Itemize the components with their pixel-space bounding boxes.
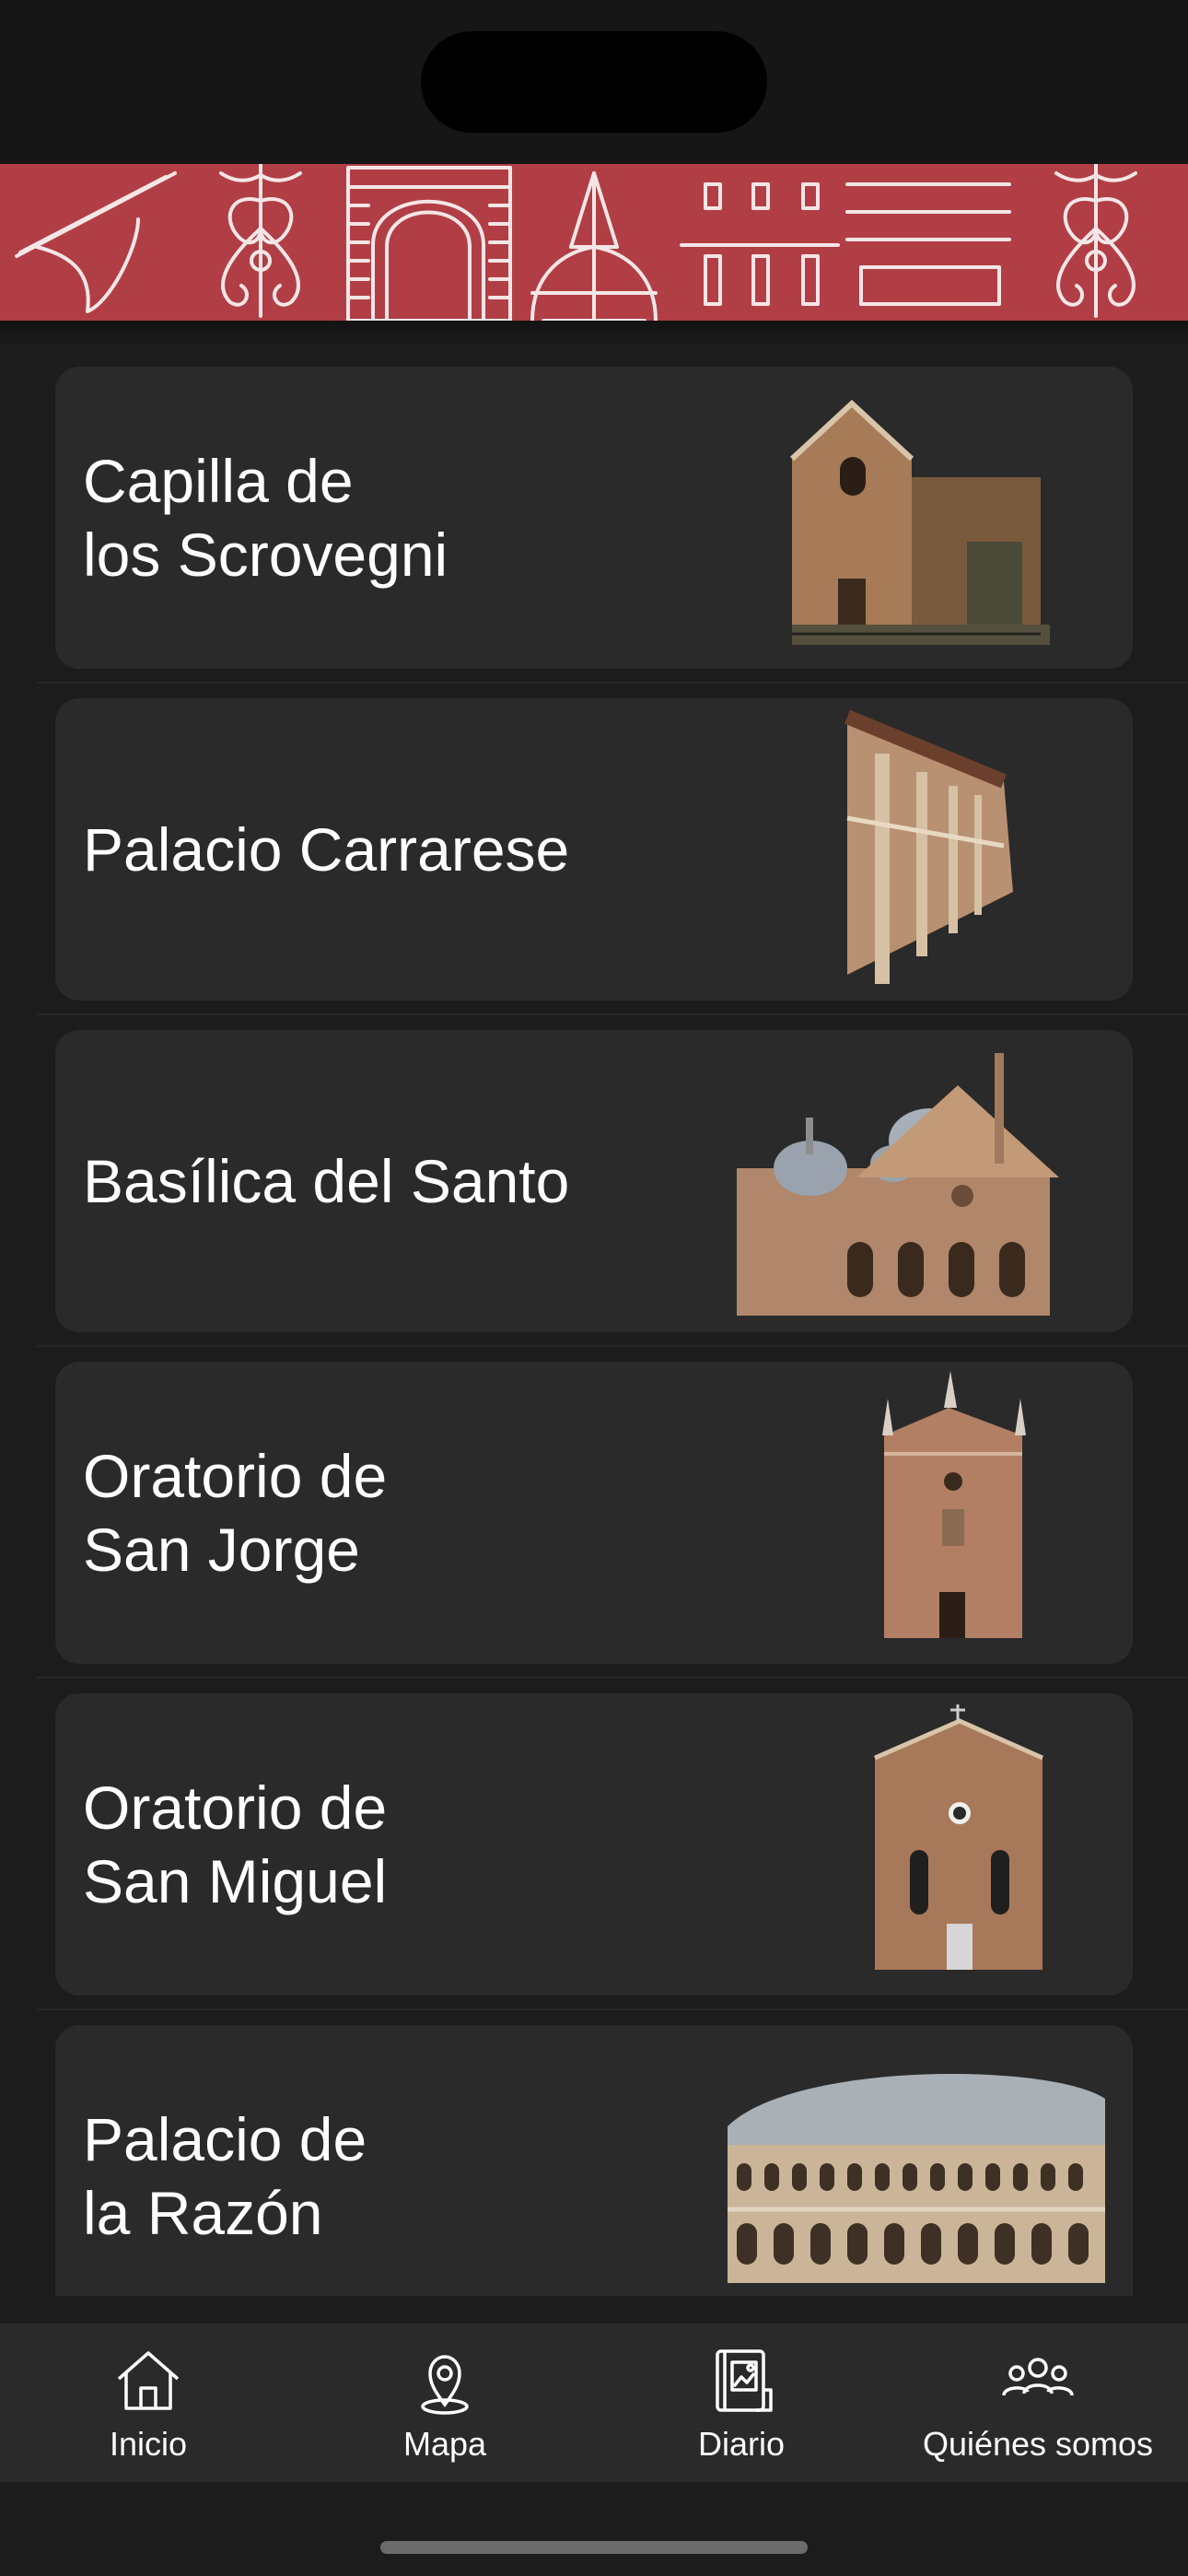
- banner-shadow: [0, 321, 1188, 348]
- tab-label: Diario: [697, 2425, 786, 2463]
- map-pin-icon: [421, 2355, 469, 2415]
- lily-ornament-right: [1054, 164, 1137, 318]
- places-list[interactable]: Capilla de los Scrovegni Palacio Carrare…: [0, 348, 1188, 2296]
- header-banner: [0, 164, 1188, 321]
- list-divider: [37, 1345, 1188, 1347]
- lily-ornament-left: [219, 164, 302, 318]
- home-indicator[interactable]: [380, 2541, 808, 2554]
- oratorio-san-giorgio-photo: [882, 1371, 1026, 1638]
- list-divider: [37, 1677, 1188, 1679]
- place-title: Palacio Carrarese: [83, 815, 570, 884]
- tab-label: Quiénes somos: [922, 2425, 1154, 2463]
- place-card-ragione[interactable]: Palacio de la Razón: [55, 2025, 1133, 2296]
- tab-label: Inicio: [109, 2425, 188, 2463]
- place-card-basilica[interactable]: Basílica del Santo: [55, 1030, 1133, 1332]
- place-card-san-giorgio[interactable]: Oratorio de San Jorge: [55, 1362, 1133, 1664]
- status-bar: [0, 0, 1188, 164]
- arch-illustration: [346, 166, 512, 321]
- place-card-san-michele[interactable]: Oratorio de San Miguel: [55, 1693, 1133, 1996]
- diary-icon: [716, 2349, 773, 2412]
- tab-mapa[interactable]: Mapa: [297, 2324, 593, 2482]
- list-divider: [37, 1013, 1188, 1015]
- basilica-santo-photo: [737, 1053, 1059, 1316]
- flag-illustration: [15, 171, 177, 313]
- dynamic-island: [421, 31, 767, 133]
- place-title: Palacio de la Razón: [83, 2105, 367, 2247]
- place-title: Basílica del Santo: [83, 1147, 570, 1215]
- list-divider: [37, 2008, 1188, 2010]
- slats-illustration: [845, 182, 1011, 306]
- place-card-scrovegni[interactable]: Capilla de los Scrovegni: [55, 367, 1133, 669]
- tab-inicio[interactable]: Inicio: [0, 2324, 297, 2482]
- dome-illustration: [530, 171, 658, 321]
- palazzo-ragione-photo: [728, 2073, 1105, 2283]
- oratorio-san-michele-photo: [874, 1704, 1044, 1970]
- place-title: Oratorio de San Jorge: [83, 1442, 388, 1584]
- group-icon: [1002, 2358, 1074, 2396]
- place-title: Capilla de los Scrovegni: [83, 447, 448, 589]
- place-title: Oratorio de San Miguel: [83, 1774, 388, 1915]
- palazzo-carrarese-photo: [844, 709, 1013, 984]
- tab-bar: Inicio Mapa Diario Quiénes somos: [0, 2324, 1188, 2482]
- home-icon: [117, 2351, 180, 2410]
- tab-label: Mapa: [402, 2425, 487, 2463]
- tab-diario[interactable]: Diario: [593, 2324, 890, 2482]
- building-illustration: [680, 182, 840, 306]
- scrovegni-chapel-photo: [789, 399, 1050, 645]
- place-card-carrarese[interactable]: Palacio Carrarese: [55, 698, 1133, 1001]
- list-divider: [37, 682, 1188, 684]
- tab-quienes-somos[interactable]: Quiénes somos: [890, 2324, 1186, 2482]
